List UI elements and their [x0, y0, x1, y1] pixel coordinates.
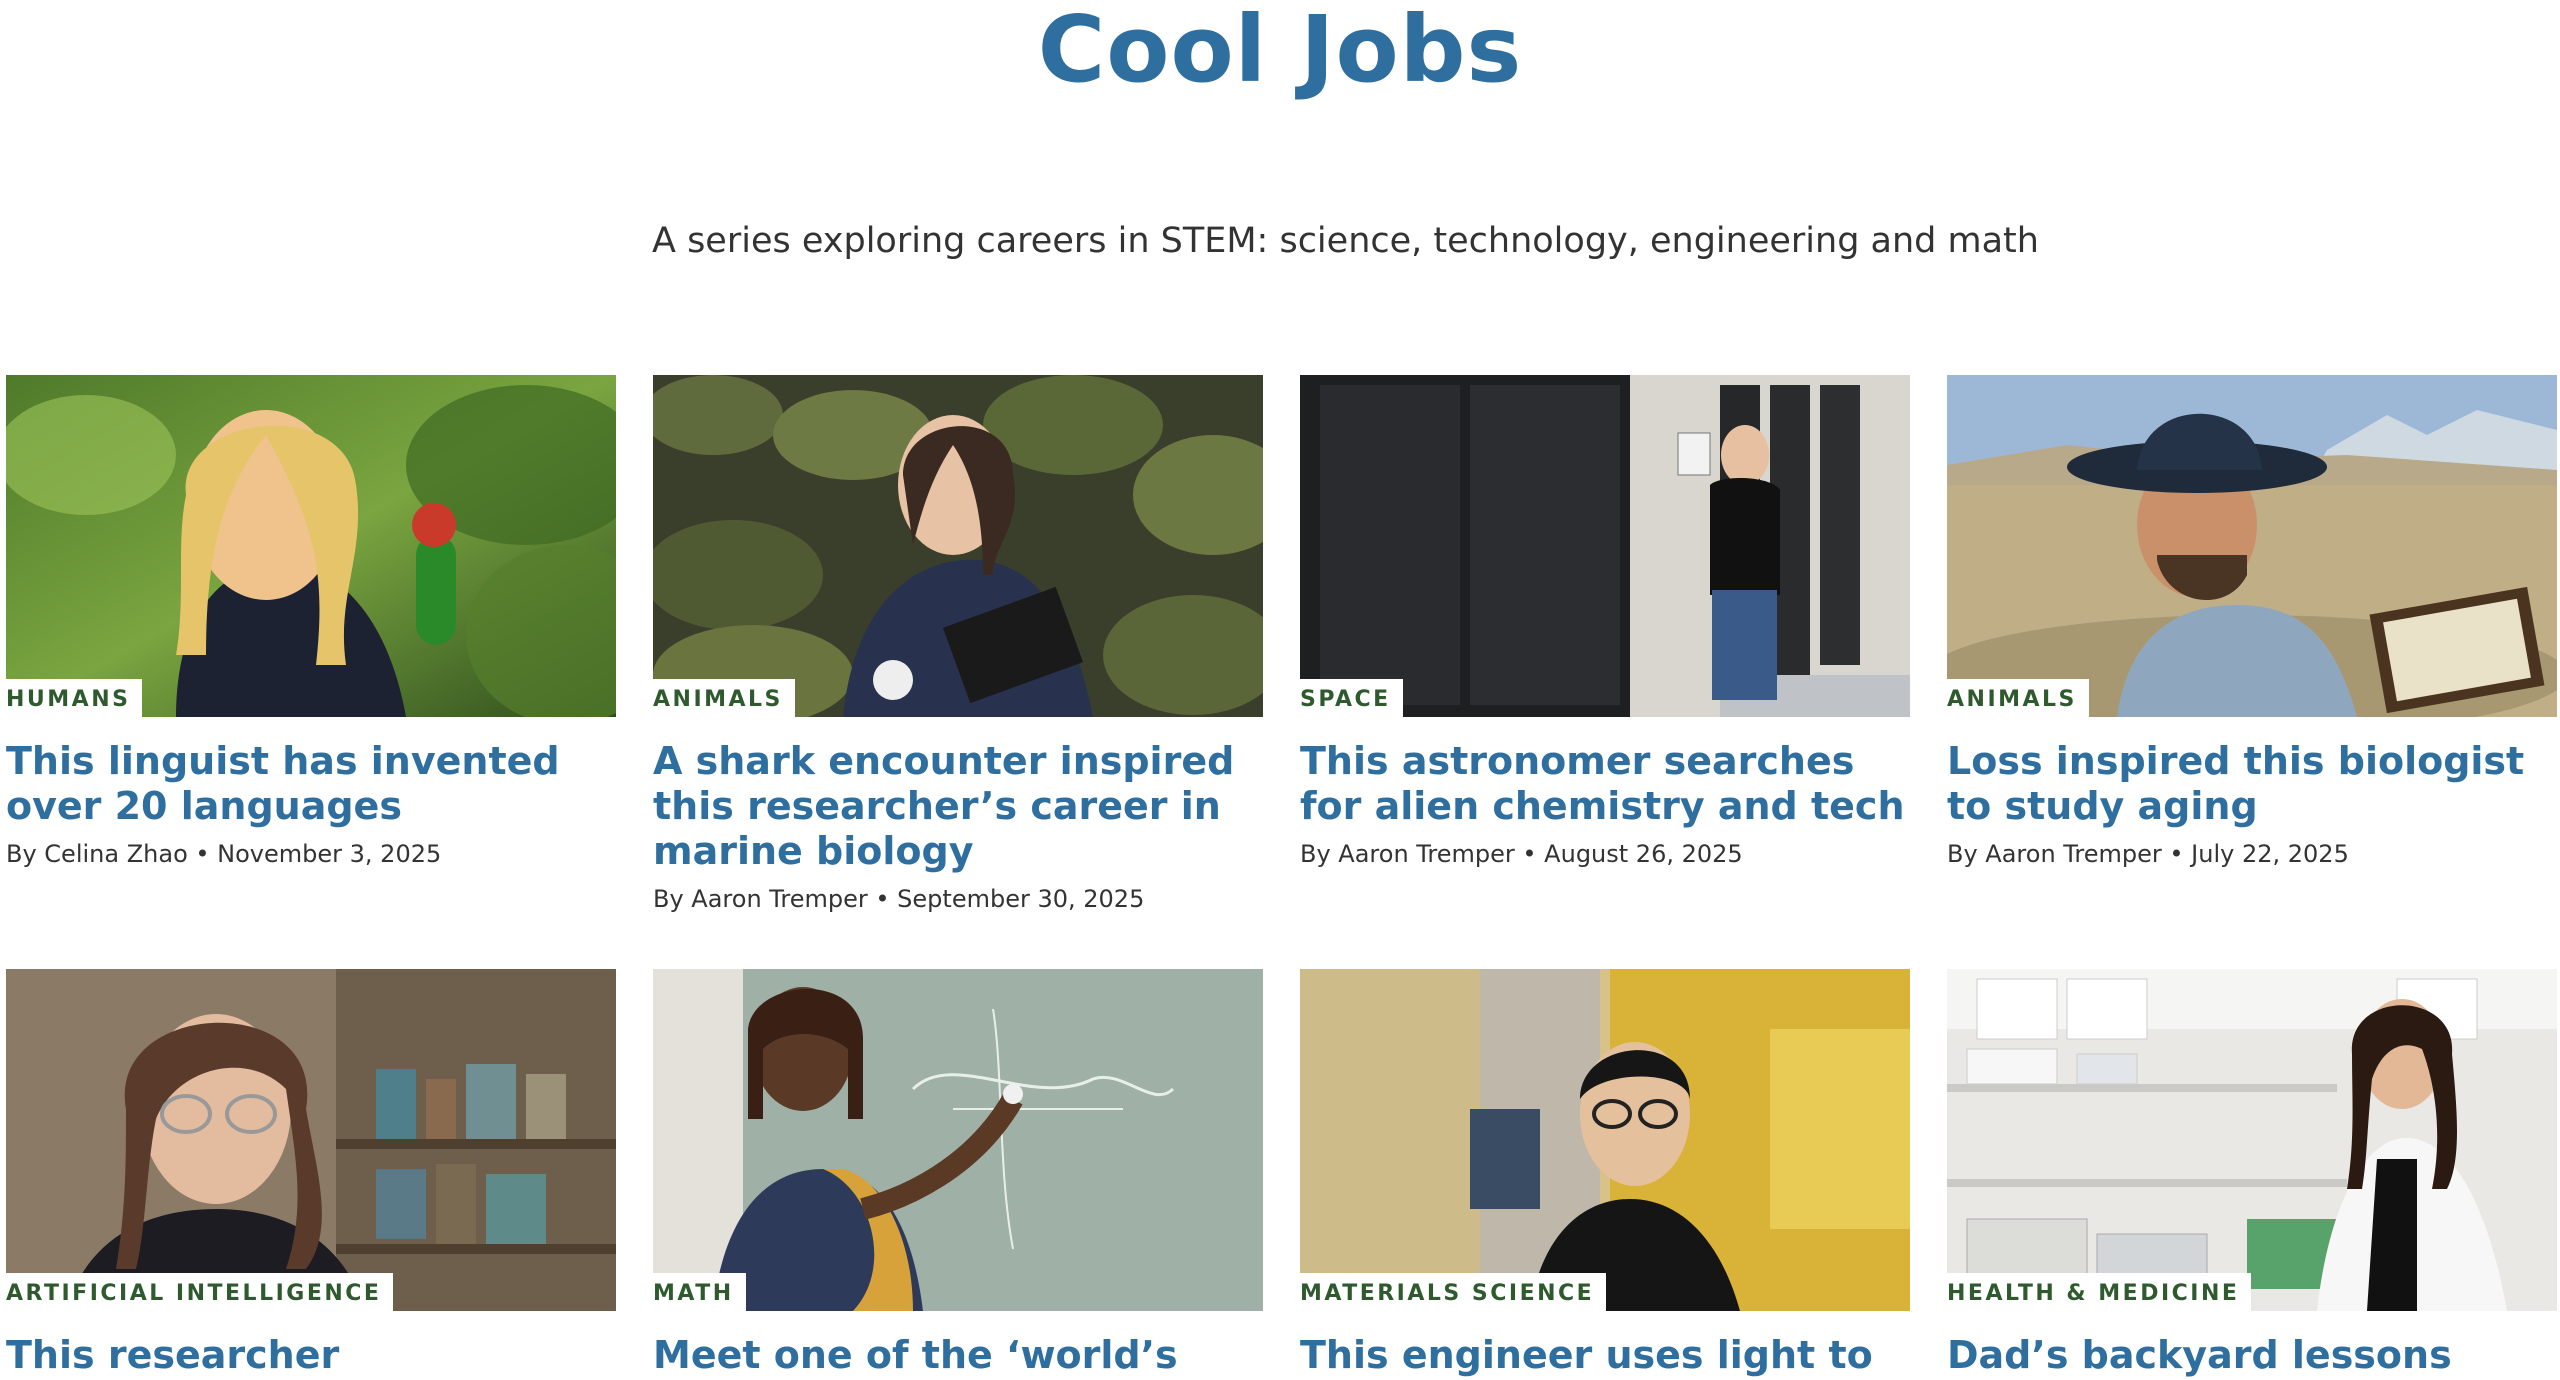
article-card: ARTIFICIAL INTELLIGENCE This researcher …	[6, 969, 616, 1380]
article-image[interactable]: ANIMALS	[1947, 375, 2557, 717]
article-card: MATERIALS SCIENCE This engineer uses lig…	[1300, 969, 1910, 1380]
article-title[interactable]: Dad’s backyard lessons inspired	[1947, 1333, 2557, 1380]
page-title: Cool Jobs	[1037, 0, 1523, 103]
article-title[interactable]: This linguist has invented over 20 langu…	[6, 739, 616, 829]
rocks-photo	[653, 375, 1263, 717]
article-card: SPACE This astronomer searches for alien…	[1300, 375, 1910, 871]
article-image[interactable]: MATH	[653, 969, 1263, 1311]
category-tag[interactable]: HEALTH & MEDICINE	[1947, 1273, 2252, 1311]
article-byline: By Aaron Tremper • August 26, 2025	[1300, 840, 1743, 868]
category-tag[interactable]: ANIMALS	[1947, 679, 2089, 717]
jungle-photo	[6, 375, 616, 717]
chalkboard-photo	[653, 969, 1263, 1311]
library-photo	[6, 969, 616, 1311]
article-title[interactable]: A shark encounter inspired this research…	[653, 739, 1263, 874]
article-card: HEALTH & MEDICINE Dad’s backyard lessons…	[1947, 969, 2557, 1380]
article-title[interactable]: This engineer uses light to get	[1300, 1333, 1910, 1380]
prairie-photo	[1947, 375, 2557, 717]
article-card: ANIMALS A shark encounter inspired this …	[653, 375, 1263, 916]
category-tag[interactable]: SPACE	[1300, 679, 1403, 717]
category-tag[interactable]: MATERIALS SCIENCE	[1300, 1273, 1607, 1311]
lab-photo	[1300, 969, 1910, 1311]
category-tag[interactable]: HUMANS	[6, 679, 143, 717]
category-tag[interactable]: ANIMALS	[653, 679, 795, 717]
lab-coat-photo	[1947, 969, 2557, 1311]
category-tag[interactable]: MATH	[653, 1273, 746, 1311]
article-title[interactable]: Meet one of the ‘world’s most	[653, 1333, 1263, 1380]
article-title[interactable]: Loss inspired this biologist to study ag…	[1947, 739, 2557, 829]
article-card: ANIMALS Loss inspired this biologist to …	[1947, 375, 2557, 871]
article-image[interactable]: HUMANS	[6, 375, 616, 717]
article-image[interactable]: HEALTH & MEDICINE	[1947, 969, 2557, 1311]
server-room-photo	[1300, 375, 1910, 717]
page-subtitle: A series exploring careers in STEM: scie…	[652, 221, 2039, 261]
article-byline: By Aaron Tremper • September 30, 2025	[653, 885, 1145, 913]
article-byline: By Aaron Tremper • July 22, 2025	[1947, 840, 2349, 868]
article-title[interactable]: This astronomer searches for alien chemi…	[1300, 739, 1910, 829]
article-image[interactable]: ANIMALS	[653, 375, 1263, 717]
category-tag[interactable]: ARTIFICIAL INTELLIGENCE	[6, 1273, 394, 1311]
article-title[interactable]: This researcher investigates the	[6, 1333, 616, 1380]
article-card: MATH Meet one of the ‘world’s most	[653, 969, 1263, 1380]
article-image[interactable]: ARTIFICIAL INTELLIGENCE	[6, 969, 616, 1311]
article-card: HUMANS This linguist has invented over 2…	[6, 375, 616, 871]
article-byline: By Celina Zhao • November 3, 2025	[6, 840, 442, 868]
article-image[interactable]: SPACE	[1300, 375, 1910, 717]
article-image[interactable]: MATERIALS SCIENCE	[1300, 969, 1910, 1311]
